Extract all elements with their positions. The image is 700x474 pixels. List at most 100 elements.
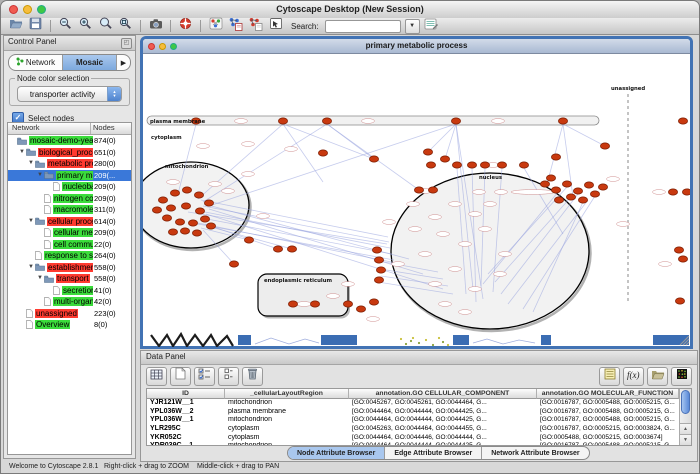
edge [209,209,423,274]
select-attributes-button[interactable] [194,367,215,386]
tree-row[interactable]: response to stimulu264(0) [8,250,131,262]
tree-row[interactable]: multi-organism pro42(0) [8,296,131,308]
open-session-button[interactable] [7,19,24,34]
attribute-grid-icon [150,367,163,385]
tab-node-attribute-browser[interactable]: Node Attribute Browser [288,447,385,459]
table-column-header[interactable]: annotation.GO CELLULAR_COMPONENT [349,389,537,399]
clipped-graphics [453,335,469,345]
clipped-graphics [412,337,414,339]
zoom-in-button[interactable] [77,19,94,34]
search-options-button[interactable]: ▼ [405,19,420,34]
tree-row-count: 223(0) [93,309,131,318]
annotation-button[interactable] [267,19,284,34]
control-panel-header: Control Panel ◰ [4,36,135,51]
tabs-overflow-button[interactable]: ▶ [117,55,130,70]
toolbar-separator [50,20,51,32]
save-session-button[interactable] [27,19,44,34]
tree-row-count: 209(0) [93,194,131,203]
clipped-graphics [151,334,233,346]
expand-arrow-icon[interactable]: ▼ [28,218,35,225]
table-row[interactable]: YPL036W__1mitochondrion[GO:0044464, GO:0… [147,416,679,425]
node-label [383,220,396,225]
tree-row[interactable]: secretion41(0) [8,285,131,297]
tree-row[interactable]: mosaic-demo-yeast874(0) [8,135,131,147]
tree-row[interactable]: unassigned223(0) [8,308,131,320]
tree-row[interactable]: cell communicat22(0) [8,239,131,251]
table-column-header[interactable]: annotation.GO MOLECULAR_FUNCTION [537,389,679,399]
node-label [607,177,620,182]
attribute-editor-button[interactable] [423,19,440,34]
clipped-graphics [432,344,434,346]
table-row[interactable]: YJR121W__1mitochondrion[GO:0045267, GO:0… [147,399,679,408]
create-attribute-button[interactable] [170,367,191,386]
import-attributes-button[interactable] [599,367,620,386]
tree-row[interactable]: cellular metabo209(0) [8,227,131,239]
network-canvas[interactable]: plasma membranecytoplasmmitochondrionnuc… [143,54,690,347]
float-panel-icon[interactable]: ◰ [121,38,132,49]
destroy-view-button[interactable] [247,19,264,34]
matrix-view-button[interactable] [671,367,692,386]
node-label [473,190,486,195]
data-panel-title: Data Panel [141,351,697,365]
tree-row-label: response to stimulu [44,251,93,260]
tree-row[interactable]: nitrogen compo209(0) [8,193,131,205]
expand-arrow-icon[interactable]: ▼ [28,264,35,271]
function-builder-button[interactable]: f(x) [623,367,644,386]
group-label: Node color selection [15,74,91,83]
tree-row-label: multi-organism pro [53,297,93,306]
network-node [558,118,567,124]
scroll-up-button[interactable]: ▲ [680,423,691,434]
tab-mosaic[interactable]: Mosaic [63,55,117,70]
expand-arrow-icon[interactable]: ▼ [19,149,26,156]
snapshot-button[interactable] [147,19,164,34]
search-input[interactable] [325,20,401,33]
delete-attribute-button[interactable] [242,367,263,386]
network-tree: Network Nodes mosaic-demo-yeast874(0)▼bi… [7,122,132,455]
tab-network-attribute-browser[interactable]: Network Attribute Browser [482,447,588,459]
tree-row[interactable]: ▼ biological_process651(0) [8,147,131,159]
tree-row[interactable]: ▼establishment of lo558(0) [8,262,131,274]
create-view-button[interactable] [227,19,244,34]
tree-row-count: 651(0) [93,148,131,157]
tree-row[interactable]: ▼cellular process614(0) [8,216,131,228]
table-row[interactable]: YKR052Ccytoplasm[GO:0044464, GO:0044446,… [147,434,679,443]
table-cell: YPL036W__1 [147,416,225,425]
table-row[interactable]: YLR295Ccytoplasm[GO:0045263, GO:0044464,… [147,425,679,434]
scrollbar-thumb[interactable] [681,390,690,414]
tree-row[interactable]: ▼primary metabo209(... [8,170,131,182]
zoom-fit-button[interactable] [97,19,114,34]
zoom-out-button[interactable] [57,19,74,34]
table-row[interactable]: YDR039C__1mitochondrion[GO:0044464, GO:0… [147,442,679,445]
help-button[interactable] [177,19,194,34]
tree-row[interactable]: nucleobase-209(0) [8,181,131,193]
tab-mosaic-label: Mosaic [76,58,103,67]
network-overview-button[interactable] [207,19,224,34]
load-attributes-button[interactable] [647,367,668,386]
network-node [180,228,189,234]
unselect-attributes-button[interactable] [218,367,239,386]
attribute-batch-button[interactable] [146,367,167,386]
expand-arrow-icon[interactable]: ▼ [37,172,44,179]
tab-network[interactable]: Network [9,55,63,70]
tree-row[interactable]: ▼transport558(0) [8,273,131,285]
table-column-header[interactable]: _cellularLayoutRegion [225,389,349,399]
table-column-header[interactable]: ID [147,389,225,399]
zoom-selected-button[interactable] [117,19,134,34]
network-node [166,205,175,211]
expand-arrow-icon[interactable]: ▼ [28,160,35,167]
table-cell: [GO:0044464, GO:0044444, GO:0044425, G..… [349,416,537,425]
table-scrollbar[interactable]: ▲ ▼ [679,389,691,445]
table-row[interactable]: YPL036W__2plasma membrane[GO:0044464, GO… [147,408,679,417]
tree-row-label: nitrogen compo [53,194,93,203]
tree-row[interactable]: ▼metabolic process280(0) [8,158,131,170]
tree-row[interactable]: Overview8(0) [8,319,131,331]
attribute-editor-icon [424,17,439,36]
tree-row-label: biological_process [38,148,93,157]
node-color-dropdown[interactable]: transporter activity ▲▼ [17,86,122,102]
clipped-graphics [238,335,251,345]
scroll-down-button[interactable]: ▼ [680,434,691,445]
tree-row[interactable]: macromolecule311(0) [8,204,131,216]
node-label [209,182,222,187]
expand-arrow-icon[interactable]: ▼ [37,275,44,282]
tab-edge-attribute-browser[interactable]: Edge Attribute Browser [385,447,482,459]
